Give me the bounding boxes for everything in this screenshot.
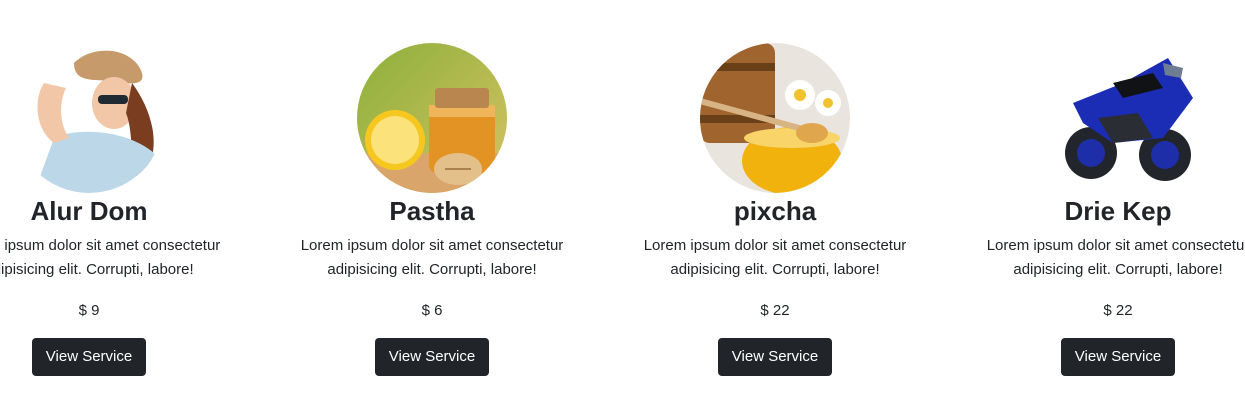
view-service-button[interactable]: View Service (375, 338, 489, 376)
service-description: Lorem ipsum dolor sit amet consectetur a… (260, 234, 604, 282)
service-price: $ 22 (760, 302, 790, 319)
honey-lemon-icon (357, 43, 507, 193)
service-title: Alur Dom (30, 196, 148, 226)
service-description: Lorem ipsum dolor sit amet consectetur a… (603, 234, 947, 282)
motorcycle-icon (1043, 43, 1193, 193)
woman-in-hat-icon (14, 43, 164, 193)
service-title: Drie Kep (1064, 196, 1172, 226)
service-description-line: Lorem ipsum dolor sit amet consectetur (300, 237, 564, 254)
honey-jar-chamomile-icon (700, 43, 850, 193)
motorcycle-image (1043, 43, 1193, 193)
service-price: $ 6 (421, 302, 443, 319)
service-description-line: adipisicing elit. Corrupti, labore! (1013, 261, 1223, 278)
view-service-button[interactable]: View Service (1061, 338, 1175, 376)
honey-jar-chamomile-image (700, 43, 850, 193)
service-description-line: Lorem ipsum dolor sit amet consectetur (0, 237, 221, 254)
service-title: Pastha (389, 196, 475, 226)
service-card: Drie Kep Lorem ipsum dolor sit amet cons… (946, 0, 1245, 401)
service-description-line: adipisicing elit. Corrupti, labore! (327, 261, 537, 278)
service-description-line: adipisicing elit. Corrupti, labore! (0, 261, 194, 278)
service-price: $ 9 (78, 302, 100, 319)
view-service-button[interactable]: View Service (32, 338, 146, 376)
service-card: Alur Dom Lorem ipsum dolor sit amet cons… (0, 0, 261, 401)
service-card: Pastha Lorem ipsum dolor sit amet consec… (260, 0, 604, 401)
woman-in-hat-image (14, 43, 164, 193)
service-description-line: Lorem ipsum dolor sit amet consectetur (986, 237, 1245, 254)
service-description: Lorem ipsum dolor sit amet consectetur a… (0, 234, 261, 282)
honey-lemon-image (357, 43, 507, 193)
service-title: pixcha (733, 196, 817, 226)
service-description-line: adipisicing elit. Corrupti, labore! (670, 261, 880, 278)
service-description: Lorem ipsum dolor sit amet consectetur a… (946, 234, 1245, 282)
service-price: $ 22 (1103, 302, 1133, 319)
service-description-line: Lorem ipsum dolor sit amet consectetur (643, 237, 907, 254)
service-card: pixcha Lorem ipsum dolor sit amet consec… (603, 0, 947, 401)
view-service-button[interactable]: View Service (718, 338, 832, 376)
